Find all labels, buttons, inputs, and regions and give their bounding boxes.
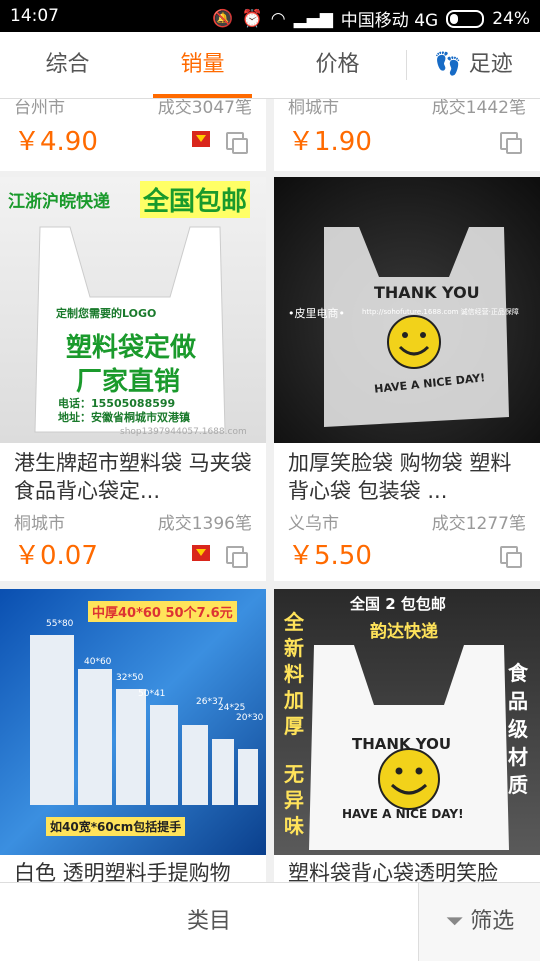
sort-tabs: 综合 销量 价格 👣 足迹 <box>0 32 540 99</box>
product-meta: 义乌市 成交1277笔 <box>288 509 526 534</box>
product-price: ￥1.90 <box>288 127 372 157</box>
tab-label: 足迹 <box>468 52 513 77</box>
signal-icon: ▂▄▆ <box>293 8 333 29</box>
carrier: 中国移动 4G <box>340 11 439 31</box>
product-card[interactable]: THANK YOU HAVE A NICE DAY! •皮里电商• http:/… <box>274 177 540 581</box>
image-text: 55*80 <box>46 619 74 629</box>
image-text: 食品级材质 <box>508 661 528 797</box>
product-price: ￥5.50 <box>288 541 372 571</box>
category-button[interactable]: 类目 <box>0 883 418 961</box>
product-card[interactable]: 桐城市 成交1442笔 ￥1.90 <box>274 99 540 171</box>
image-text: •皮里电商• <box>288 307 345 320</box>
product-image[interactable]: 全国 2 包包邮 韵达快递 全新料加厚 无异味 食品级材质 THANK YOU … <box>274 589 540 855</box>
filter-icon: ⏷ <box>445 909 464 934</box>
find-similar-icon[interactable] <box>226 132 248 154</box>
product-title: 塑料袋背心袋透明笑脸 <box>288 861 498 882</box>
bag-illustration <box>324 227 509 427</box>
product-meta: 桐城市 成交1442笔 <box>288 99 526 118</box>
footprints-icon: 👣 <box>434 52 462 77</box>
image-text: 40*60 <box>84 657 112 667</box>
image-text: THANK YOU <box>352 735 452 753</box>
image-text: 中厚40*60 50个7.6元 <box>88 601 237 622</box>
alarm-icon: ⏰ <box>241 8 263 29</box>
image-text: 韵达快递 <box>370 622 438 642</box>
image-text: 全国 2 包包邮 <box>350 595 446 613</box>
tab-label: 综合 <box>45 52 90 77</box>
battery-level: 24% <box>492 8 530 29</box>
image-text: 全国包邮 <box>140 181 251 218</box>
image-text: 20*30 <box>236 713 264 723</box>
image-text: 全新料加厚 <box>284 610 304 738</box>
active-tab-indicator <box>153 94 252 98</box>
image-text: 江浙沪皖快递 <box>8 192 110 212</box>
shop-badge-icon <box>192 545 210 561</box>
product-title: 港生牌超市塑料袋 马夹袋食品背心袋定... <box>14 451 252 503</box>
category-label: 类目 <box>186 909 231 934</box>
tab-comprehensive[interactable]: 综合 <box>0 32 135 98</box>
bag-illustration <box>30 635 258 805</box>
product-deals: 成交1442笔 <box>431 99 526 118</box>
product-card[interactable]: 中厚40*60 50个7.6元 55*80 40*60 32*50 50*41 … <box>0 589 266 882</box>
status-bar: 14:07 🔕 ⏰ ◠ ▂▄▆ 中国移动 4G 24% <box>0 0 540 32</box>
tab-label: 价格 <box>315 52 360 77</box>
image-text: 24*25 <box>218 703 246 713</box>
image-text: THANK YOU <box>374 283 480 302</box>
product-location: 桐城市 <box>14 514 65 534</box>
product-image[interactable]: 江浙沪皖快递 全国包邮 定制您需要的LOGO 塑料袋定做 厂家直销 电话：155… <box>0 177 266 443</box>
product-deals: 成交3047笔 <box>157 99 252 118</box>
product-deals: 成交1277笔 <box>431 514 526 534</box>
mute-icon: 🔕 <box>212 8 234 29</box>
shop-badge-icon <box>192 131 210 147</box>
find-similar-icon[interactable] <box>500 132 522 154</box>
image-text: 50*41 <box>138 689 166 699</box>
product-image[interactable]: 中厚40*60 50个7.6元 55*80 40*60 32*50 50*41 … <box>0 589 266 855</box>
find-similar-icon[interactable] <box>226 546 248 568</box>
bottom-bar: 类目 ⏷ 筛选 <box>0 882 540 961</box>
tab-sales[interactable]: 销量 <box>135 32 270 98</box>
tab-footprints[interactable]: 👣 足迹 <box>407 32 540 98</box>
find-similar-icon[interactable] <box>500 546 522 568</box>
product-price: ￥4.90 <box>14 127 98 157</box>
clock: 14:07 <box>10 6 59 26</box>
product-price: ￥0.07 <box>14 541 98 571</box>
wifi-icon: ◠ <box>270 8 286 29</box>
image-text: 定制您需要的LOGO <box>56 307 157 320</box>
tab-price[interactable]: 价格 <box>270 32 405 98</box>
image-text: 无异味 <box>284 762 304 838</box>
image-text: 32*50 <box>116 673 144 683</box>
product-card[interactable]: 江浙沪皖快递 全国包邮 定制您需要的LOGO 塑料袋定做 厂家直销 电话：155… <box>0 177 266 581</box>
product-meta: 桐城市 成交1396笔 <box>14 509 252 534</box>
product-title: 加厚笑脸袋 购物袋 塑料背心袋 包装袋 ... <box>288 451 512 503</box>
product-grid: 台州市 成交3047笔 ￥4.90 桐城市 成交1442笔 ￥1.90 江浙沪皖… <box>0 99 540 882</box>
image-text: 厂家直销 <box>76 367 181 397</box>
filter-label: 筛选 <box>470 909 515 934</box>
product-location: 台州市 <box>14 99 65 118</box>
image-text: 地址：安徽省桐城市双港镇 <box>58 411 190 424</box>
filter-button[interactable]: ⏷ 筛选 <box>418 883 540 961</box>
product-location: 义乌市 <box>288 514 339 534</box>
image-text: HAVE A NICE DAY! <box>342 807 464 821</box>
battery-icon <box>446 9 485 28</box>
image-text: 塑料袋定做 <box>66 333 197 363</box>
watermark: http://sohofuture.1688.com 诚信经营·正品保障 <box>362 308 519 316</box>
product-deals: 成交1396笔 <box>157 514 252 534</box>
product-location: 桐城市 <box>288 99 339 118</box>
image-text: 如40宽*60cm包括提手 <box>46 817 186 836</box>
product-title: 白色 透明塑料手提购物 <box>14 861 231 882</box>
product-card[interactable]: 台州市 成交3047笔 ￥4.90 <box>0 99 266 171</box>
watermark: shop1397944057.1688.com <box>120 427 247 437</box>
product-meta: 台州市 成交3047笔 <box>14 99 252 118</box>
product-image[interactable]: THANK YOU HAVE A NICE DAY! •皮里电商• http:/… <box>274 177 540 443</box>
tab-label: 销量 <box>180 52 225 77</box>
product-card[interactable]: 全国 2 包包邮 韵达快递 全新料加厚 无异味 食品级材质 THANK YOU … <box>274 589 540 882</box>
